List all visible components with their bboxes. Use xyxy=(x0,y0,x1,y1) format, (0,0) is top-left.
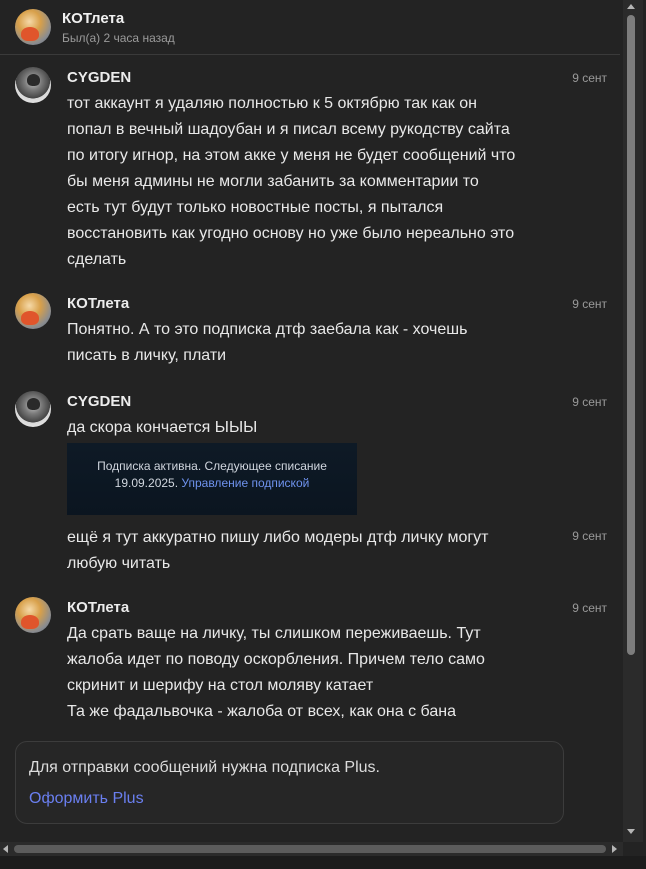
message-list[interactable]: CYGDEN 9 сент тот аккаунт я удаляю полно… xyxy=(0,55,620,727)
author-name[interactable]: КОТлета xyxy=(67,295,129,312)
window-bottom-edge xyxy=(0,856,646,869)
horizontal-scrollbar[interactable] xyxy=(0,842,623,856)
scroll-right-icon[interactable] xyxy=(612,845,617,853)
text-line: Понятно. А то это подписка дтф заебала к… xyxy=(67,321,468,338)
card-line: Подписка активна. Следующее списание xyxy=(97,459,327,473)
message-text: тот аккаунт я удаляю полностью к 5 октяб… xyxy=(67,91,562,273)
text-line: писать в личку, плати xyxy=(67,347,227,364)
text-line: любую читать xyxy=(67,555,171,572)
text-line: сделать xyxy=(67,251,127,268)
get-plus-link[interactable]: Оформить Plus xyxy=(29,790,144,808)
subscription-screenshot: Подписка активна. Следующее списание 19.… xyxy=(67,443,357,515)
avatar[interactable] xyxy=(15,67,51,103)
text-line: по итогу игнор, на этом акке у меня не б… xyxy=(67,147,516,164)
scroll-left-icon[interactable] xyxy=(3,845,8,853)
scroll-up-icon[interactable] xyxy=(627,4,635,9)
card-line: 19.09.2025. Управление подпиской xyxy=(67,475,357,492)
text-line: скринит и шерифу на стол моляву катает xyxy=(67,677,374,694)
text-line: попал в вечный шадоубан и я писал всему … xyxy=(67,121,510,138)
manage-subscription-link: Управление подпиской xyxy=(181,476,310,490)
chat-header: КОТлета Был(а) 2 часа назад xyxy=(0,0,620,55)
message-text: Понятно. А то это подписка дтф заебала к… xyxy=(67,317,562,369)
message-text: ещё я тут аккуратно пишу либо модеры дтф… xyxy=(67,525,562,577)
scrollbar-thumb[interactable] xyxy=(14,845,606,853)
message-time: 9 сент xyxy=(572,529,607,543)
text-line: бы меня админы не могли забанить за комм… xyxy=(67,173,479,190)
avatar[interactable] xyxy=(15,391,51,427)
card-date: 19.09.2025. xyxy=(114,476,179,490)
text-line: Да срать ваще на личку, ты слишком переж… xyxy=(67,625,481,642)
message-time: 9 сент xyxy=(572,601,607,615)
message-time: 9 сент xyxy=(572,395,607,409)
author-name[interactable]: CYGDEN xyxy=(67,393,131,410)
text-line: тот аккаунт я удаляю полностью к 5 октяб… xyxy=(67,95,477,112)
subscription-required-text: Для отправки сообщений нужна подписка Pl… xyxy=(29,759,380,776)
message-text: Да срать ваще на личку, ты слишком переж… xyxy=(67,621,562,725)
message-text: да скора кончается ЫЫЫ xyxy=(67,415,562,441)
text-line: есть тут будут только новостные посты, я… xyxy=(67,199,444,216)
message-time: 9 сент xyxy=(572,297,607,311)
author-name[interactable]: CYGDEN xyxy=(67,69,131,86)
avatar[interactable] xyxy=(15,597,51,633)
text-line: восстановить как угодно основу но уже бы… xyxy=(67,225,515,242)
compose-locked-panel: Для отправки сообщений нужна подписка Pl… xyxy=(15,741,564,824)
scrollbar-thumb[interactable] xyxy=(627,15,635,655)
last-seen-status: Был(а) 2 часа назад xyxy=(62,31,175,45)
vertical-scrollbar[interactable] xyxy=(623,0,643,842)
text-line: Та же фадальвочка - жалоба от всех, как … xyxy=(67,703,456,720)
chat-title[interactable]: КОТлета xyxy=(62,10,124,27)
text-line: да скора кончается ЫЫЫ xyxy=(67,419,258,436)
text-line: ещё я тут аккуратно пишу либо модеры дтф… xyxy=(67,529,489,546)
scroll-down-icon[interactable] xyxy=(627,829,635,834)
avatar[interactable] xyxy=(15,293,51,329)
avatar[interactable] xyxy=(15,9,51,45)
message-time: 9 сент xyxy=(572,71,607,85)
author-name[interactable]: КОТлета xyxy=(67,599,129,616)
text-line: жалоба идет по поводу оскорбления. Приче… xyxy=(67,651,485,668)
